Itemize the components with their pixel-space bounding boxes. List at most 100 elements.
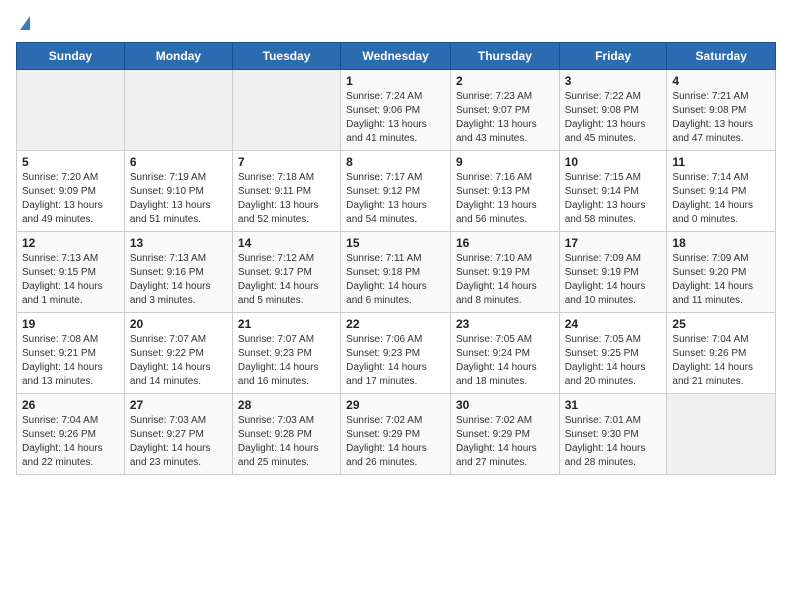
- day-cell: 26 Sunrise: 7:04 AMSunset: 9:26 PMDaylig…: [17, 394, 125, 475]
- day-cell: 7 Sunrise: 7:18 AMSunset: 9:11 PMDayligh…: [232, 151, 340, 232]
- day-info: Sunrise: 7:09 AMSunset: 9:20 PMDaylight:…: [672, 252, 770, 308]
- week-row-2: 5 Sunrise: 7:20 AMSunset: 9:09 PMDayligh…: [17, 151, 776, 232]
- day-cell: [667, 394, 776, 475]
- day-info: Sunrise: 7:18 AMSunset: 9:11 PMDaylight:…: [238, 171, 335, 227]
- day-info: Sunrise: 7:03 AMSunset: 9:27 PMDaylight:…: [130, 414, 227, 470]
- week-row-4: 19 Sunrise: 7:08 AMSunset: 9:21 PMDaylig…: [17, 313, 776, 394]
- day-cell: [17, 70, 125, 151]
- day-number: 24: [565, 317, 662, 331]
- day-cell: 4 Sunrise: 7:21 AMSunset: 9:08 PMDayligh…: [667, 70, 776, 151]
- day-info: Sunrise: 7:11 AMSunset: 9:18 PMDaylight:…: [346, 252, 445, 308]
- day-number: 13: [130, 236, 227, 250]
- day-number: 15: [346, 236, 445, 250]
- day-number: 9: [456, 155, 554, 169]
- day-info: Sunrise: 7:24 AMSunset: 9:06 PMDaylight:…: [346, 90, 445, 146]
- day-cell: 17 Sunrise: 7:09 AMSunset: 9:19 PMDaylig…: [559, 232, 667, 313]
- logo-triangle-icon: [20, 16, 30, 30]
- day-cell: 11 Sunrise: 7:14 AMSunset: 9:14 PMDaylig…: [667, 151, 776, 232]
- day-cell: 14 Sunrise: 7:12 AMSunset: 9:17 PMDaylig…: [232, 232, 340, 313]
- day-number: 30: [456, 398, 554, 412]
- day-number: 7: [238, 155, 335, 169]
- day-number: 12: [22, 236, 119, 250]
- day-number: 2: [456, 74, 554, 88]
- day-cell: 31 Sunrise: 7:01 AMSunset: 9:30 PMDaylig…: [559, 394, 667, 475]
- day-cell: 1 Sunrise: 7:24 AMSunset: 9:06 PMDayligh…: [341, 70, 451, 151]
- day-cell: 25 Sunrise: 7:04 AMSunset: 9:26 PMDaylig…: [667, 313, 776, 394]
- column-header-wednesday: Wednesday: [341, 43, 451, 70]
- day-number: 5: [22, 155, 119, 169]
- day-cell: 15 Sunrise: 7:11 AMSunset: 9:18 PMDaylig…: [341, 232, 451, 313]
- day-cell: 20 Sunrise: 7:07 AMSunset: 9:22 PMDaylig…: [124, 313, 232, 394]
- day-number: 26: [22, 398, 119, 412]
- column-header-thursday: Thursday: [450, 43, 559, 70]
- day-number: 14: [238, 236, 335, 250]
- day-cell: 28 Sunrise: 7:03 AMSunset: 9:28 PMDaylig…: [232, 394, 340, 475]
- day-cell: 16 Sunrise: 7:10 AMSunset: 9:19 PMDaylig…: [450, 232, 559, 313]
- day-number: 28: [238, 398, 335, 412]
- day-cell: 22 Sunrise: 7:06 AMSunset: 9:23 PMDaylig…: [341, 313, 451, 394]
- day-number: 20: [130, 317, 227, 331]
- day-cell: 27 Sunrise: 7:03 AMSunset: 9:27 PMDaylig…: [124, 394, 232, 475]
- day-cell: 5 Sunrise: 7:20 AMSunset: 9:09 PMDayligh…: [17, 151, 125, 232]
- day-cell: 23 Sunrise: 7:05 AMSunset: 9:24 PMDaylig…: [450, 313, 559, 394]
- week-row-1: 1 Sunrise: 7:24 AMSunset: 9:06 PMDayligh…: [17, 70, 776, 151]
- calendar-body: 1 Sunrise: 7:24 AMSunset: 9:06 PMDayligh…: [17, 70, 776, 475]
- day-info: Sunrise: 7:03 AMSunset: 9:28 PMDaylight:…: [238, 414, 335, 470]
- column-header-sunday: Sunday: [17, 43, 125, 70]
- column-header-tuesday: Tuesday: [232, 43, 340, 70]
- day-cell: 19 Sunrise: 7:08 AMSunset: 9:21 PMDaylig…: [17, 313, 125, 394]
- day-number: 22: [346, 317, 445, 331]
- day-info: Sunrise: 7:13 AMSunset: 9:16 PMDaylight:…: [130, 252, 227, 308]
- day-info: Sunrise: 7:06 AMSunset: 9:23 PMDaylight:…: [346, 333, 445, 389]
- column-header-saturday: Saturday: [667, 43, 776, 70]
- day-info: Sunrise: 7:19 AMSunset: 9:10 PMDaylight:…: [130, 171, 227, 227]
- day-number: 18: [672, 236, 770, 250]
- day-info: Sunrise: 7:04 AMSunset: 9:26 PMDaylight:…: [672, 333, 770, 389]
- day-cell: 6 Sunrise: 7:19 AMSunset: 9:10 PMDayligh…: [124, 151, 232, 232]
- day-info: Sunrise: 7:21 AMSunset: 9:08 PMDaylight:…: [672, 90, 770, 146]
- week-row-3: 12 Sunrise: 7:13 AMSunset: 9:15 PMDaylig…: [17, 232, 776, 313]
- day-number: 17: [565, 236, 662, 250]
- day-info: Sunrise: 7:10 AMSunset: 9:19 PMDaylight:…: [456, 252, 554, 308]
- day-number: 11: [672, 155, 770, 169]
- day-cell: 9 Sunrise: 7:16 AMSunset: 9:13 PMDayligh…: [450, 151, 559, 232]
- day-info: Sunrise: 7:08 AMSunset: 9:21 PMDaylight:…: [22, 333, 119, 389]
- day-cell: 12 Sunrise: 7:13 AMSunset: 9:15 PMDaylig…: [17, 232, 125, 313]
- day-info: Sunrise: 7:17 AMSunset: 9:12 PMDaylight:…: [346, 171, 445, 227]
- day-cell: 29 Sunrise: 7:02 AMSunset: 9:29 PMDaylig…: [341, 394, 451, 475]
- day-cell: [232, 70, 340, 151]
- calendar-table: SundayMondayTuesdayWednesdayThursdayFrid…: [16, 42, 776, 475]
- day-info: Sunrise: 7:07 AMSunset: 9:23 PMDaylight:…: [238, 333, 335, 389]
- day-info: Sunrise: 7:01 AMSunset: 9:30 PMDaylight:…: [565, 414, 662, 470]
- day-info: Sunrise: 7:07 AMSunset: 9:22 PMDaylight:…: [130, 333, 227, 389]
- page-header: [16, 16, 776, 30]
- day-number: 31: [565, 398, 662, 412]
- day-cell: 3 Sunrise: 7:22 AMSunset: 9:08 PMDayligh…: [559, 70, 667, 151]
- header-row: SundayMondayTuesdayWednesdayThursdayFrid…: [17, 43, 776, 70]
- day-info: Sunrise: 7:13 AMSunset: 9:15 PMDaylight:…: [22, 252, 119, 308]
- day-info: Sunrise: 7:05 AMSunset: 9:25 PMDaylight:…: [565, 333, 662, 389]
- day-number: 23: [456, 317, 554, 331]
- day-number: 27: [130, 398, 227, 412]
- day-number: 1: [346, 74, 445, 88]
- day-number: 25: [672, 317, 770, 331]
- day-info: Sunrise: 7:09 AMSunset: 9:19 PMDaylight:…: [565, 252, 662, 308]
- day-info: Sunrise: 7:20 AMSunset: 9:09 PMDaylight:…: [22, 171, 119, 227]
- week-row-5: 26 Sunrise: 7:04 AMSunset: 9:26 PMDaylig…: [17, 394, 776, 475]
- day-number: 8: [346, 155, 445, 169]
- column-header-friday: Friday: [559, 43, 667, 70]
- day-info: Sunrise: 7:14 AMSunset: 9:14 PMDaylight:…: [672, 171, 770, 227]
- day-info: Sunrise: 7:23 AMSunset: 9:07 PMDaylight:…: [456, 90, 554, 146]
- day-number: 10: [565, 155, 662, 169]
- day-cell: 8 Sunrise: 7:17 AMSunset: 9:12 PMDayligh…: [341, 151, 451, 232]
- day-info: Sunrise: 7:15 AMSunset: 9:14 PMDaylight:…: [565, 171, 662, 227]
- column-header-monday: Monday: [124, 43, 232, 70]
- day-number: 3: [565, 74, 662, 88]
- day-info: Sunrise: 7:12 AMSunset: 9:17 PMDaylight:…: [238, 252, 335, 308]
- day-cell: 2 Sunrise: 7:23 AMSunset: 9:07 PMDayligh…: [450, 70, 559, 151]
- day-cell: 10 Sunrise: 7:15 AMSunset: 9:14 PMDaylig…: [559, 151, 667, 232]
- day-cell: 30 Sunrise: 7:02 AMSunset: 9:29 PMDaylig…: [450, 394, 559, 475]
- day-number: 16: [456, 236, 554, 250]
- day-info: Sunrise: 7:02 AMSunset: 9:29 PMDaylight:…: [346, 414, 445, 470]
- day-cell: [124, 70, 232, 151]
